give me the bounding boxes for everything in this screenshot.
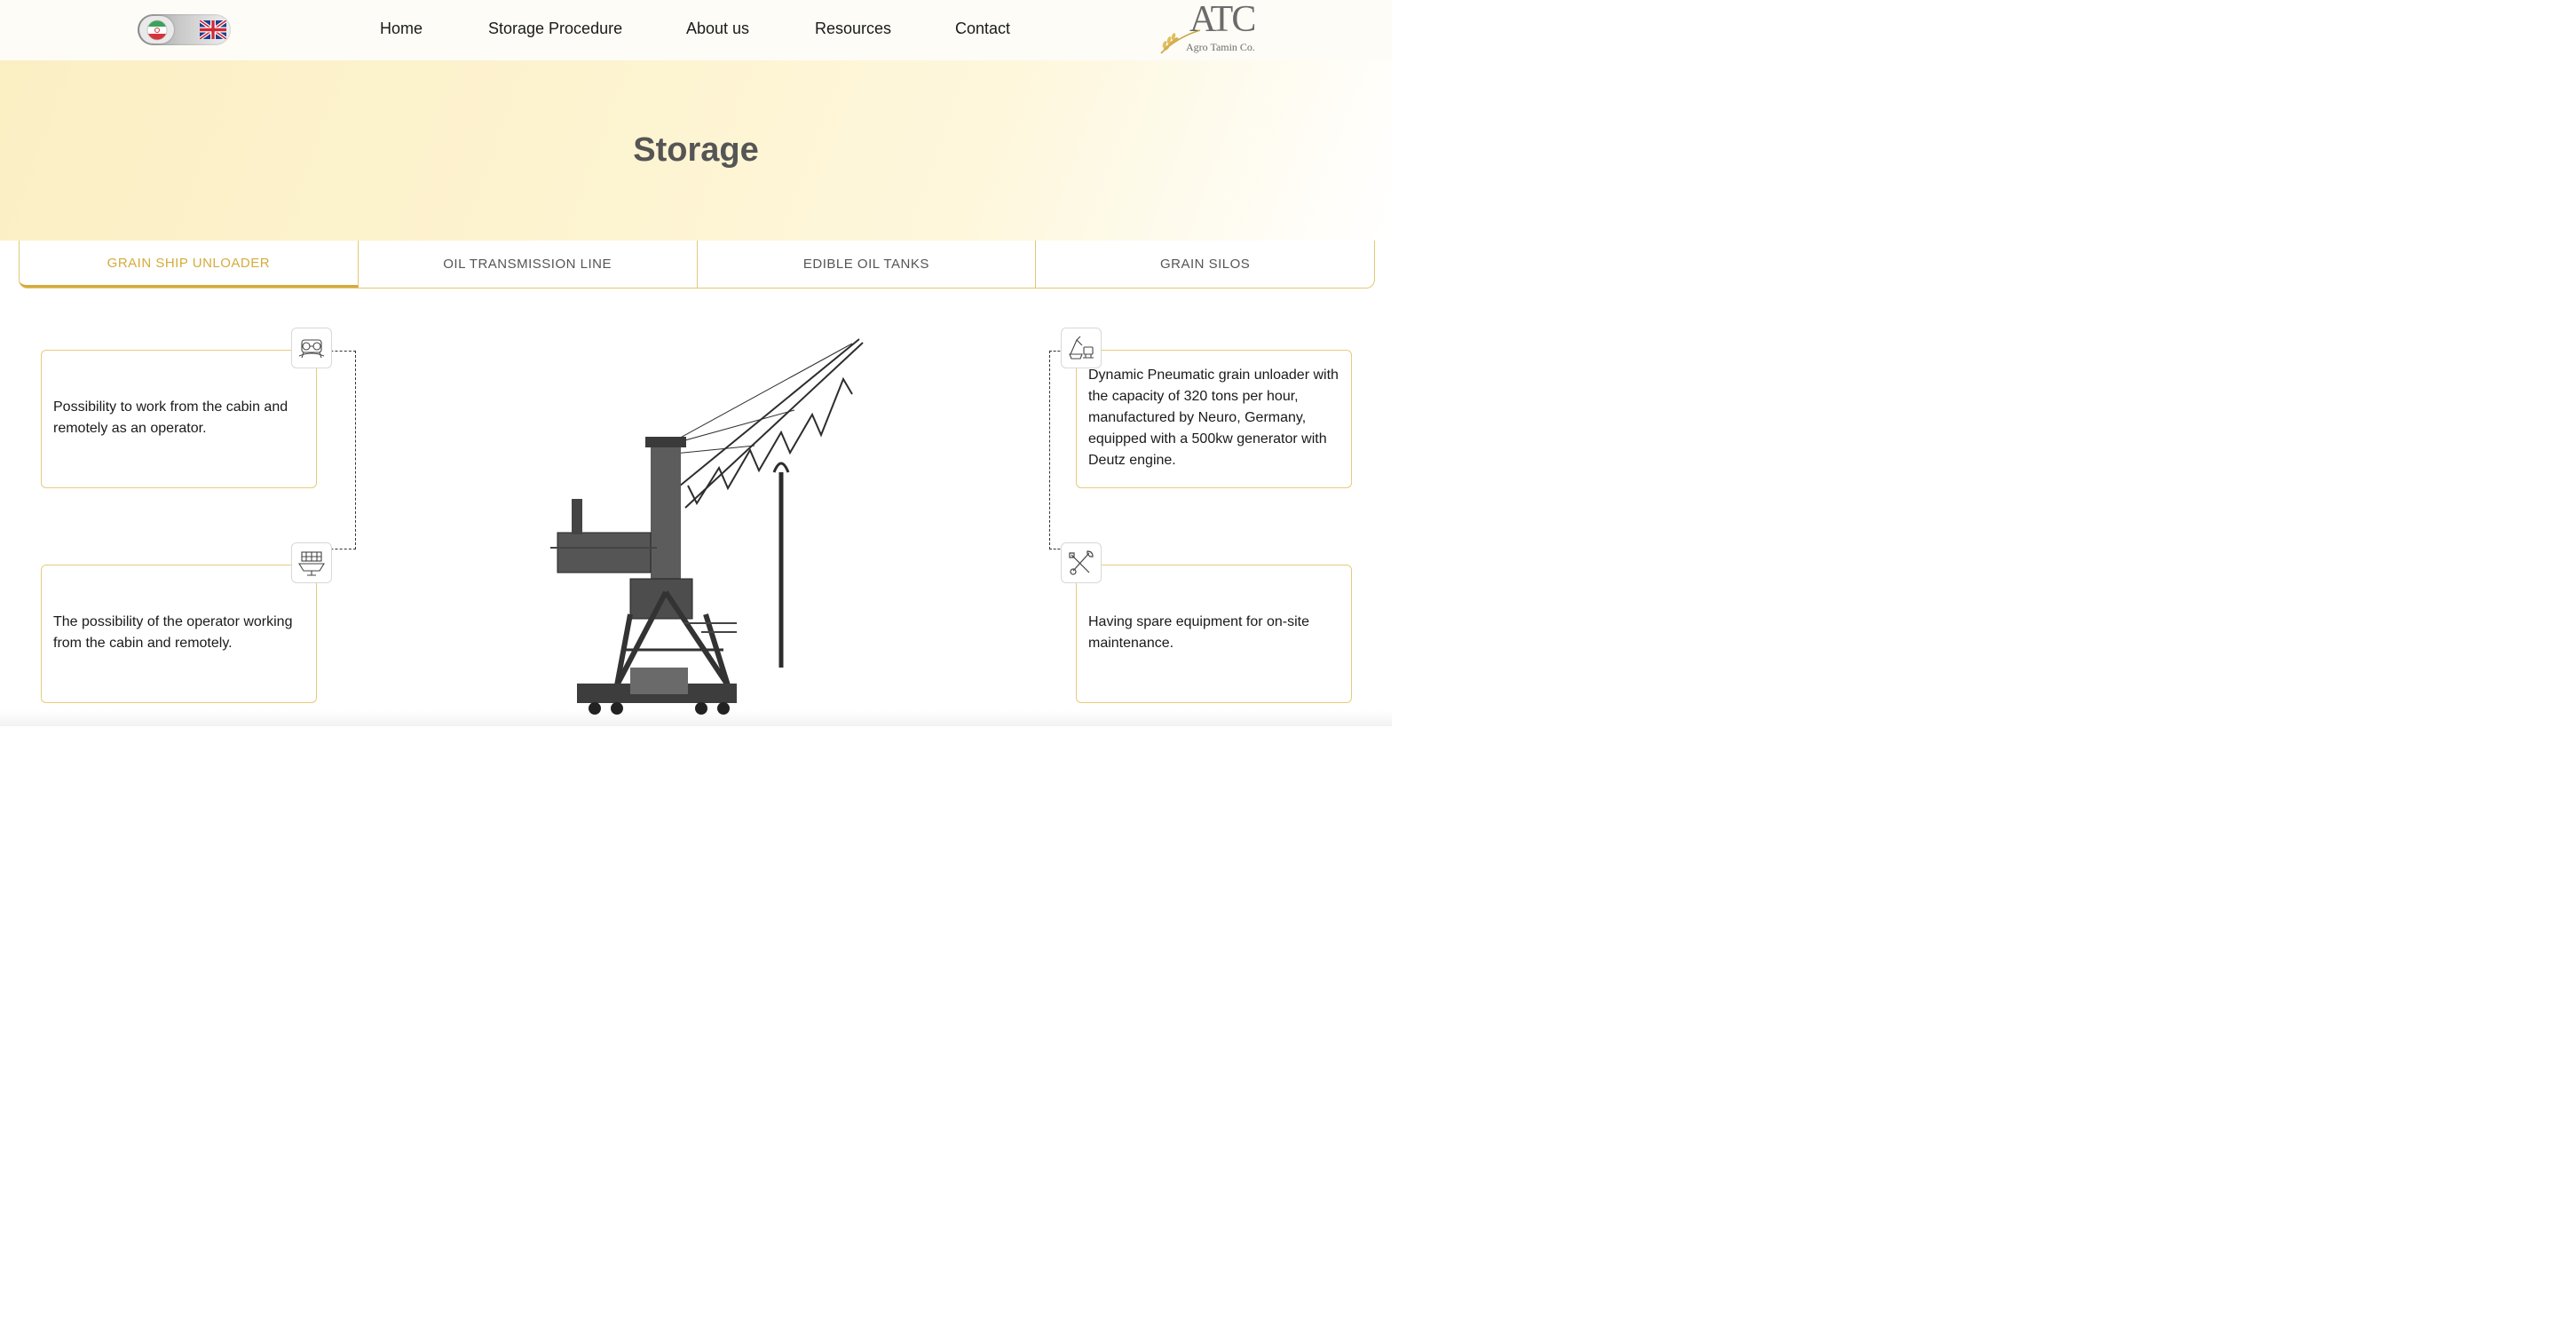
header: Home Storage Procedure About us Resource… [0,0,1392,60]
logo-subtitle: Agro Tamin Co. [1186,41,1255,53]
feature-text: Having spare equipment for on-site maint… [1088,614,1310,651]
company-logo[interactable]: ATC Agro Tamin Co. [1154,0,1260,59]
feature-card-cabin-operation: Possibility to work from the cabin and r… [41,350,317,488]
feature-card-pneumatic-unloader: Dynamic Pneumatic grain unloader with th… [1076,350,1352,488]
nav-storage-procedure[interactable]: Storage Procedure [488,20,622,38]
tab-oil-transmission-line[interactable]: OIL TRANSMISSION LINE [359,241,698,288]
pneumatic-crane-image [533,330,879,725]
logo-mark: ATC [1189,0,1256,40]
footer-edge [0,710,1392,726]
language-toggle[interactable] [138,14,231,45]
tab-edible-oil-tanks[interactable]: EDIBLE OIL TANKS [698,241,1037,288]
hero-banner: Storage [0,60,1392,241]
iran-flag-icon[interactable] [139,16,174,43]
tab-grain-ship-unloader[interactable]: GRAIN SHIP UNLOADER [20,241,359,288]
right-connector-line [1049,351,1077,549]
feature-card-spare-equipment: Having spare equipment for on-site maint… [1076,565,1352,703]
feature-text: The possibility of the operator working … [53,614,293,651]
storage-tabs: GRAIN SHIP UNLOADER OIL TRANSMISSION LIN… [19,241,1375,289]
nav-about-us[interactable]: About us [686,20,749,38]
nav-resources[interactable]: Resources [815,20,891,38]
tools-icon [1061,542,1102,583]
control-panel-icon [291,542,332,583]
left-connector-line [317,351,356,549]
nav-home[interactable]: Home [380,20,423,38]
feature-card-remote-operation: The possibility of the operator working … [41,565,317,703]
page-title: Storage [633,131,759,169]
operator-cabin-icon [291,328,332,368]
feature-text: Dynamic Pneumatic grain unloader with th… [1088,368,1339,468]
feature-text: Possibility to work from the cabin and r… [53,399,288,436]
nav-contact[interactable]: Contact [955,20,1010,38]
uk-flag-icon[interactable] [198,19,228,43]
tab-grain-silos[interactable]: GRAIN SILOS [1036,241,1374,288]
ship-unloader-icon [1061,328,1102,368]
